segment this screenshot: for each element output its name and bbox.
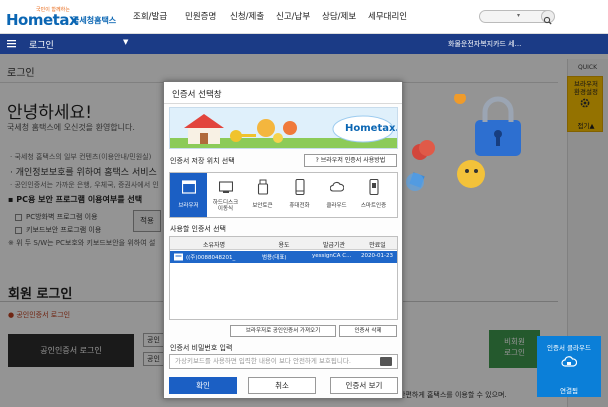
nav-item-inquiry[interactable]: 조회/발급 — [133, 10, 185, 22]
cloud-icon — [330, 181, 344, 192]
hometax-logo[interactable]: 국민이 함께하는 Hometax 국세청홈택스 — [6, 6, 116, 30]
usb-token-icon — [257, 179, 269, 195]
certificate-icon — [174, 253, 183, 261]
cert-usage: 범용(대표) — [262, 255, 287, 261]
column-header-usage[interactable]: 용도 — [258, 240, 310, 249]
notice-ticker[interactable]: 화물운전자복지카드 세... — [448, 39, 521, 49]
nav-item-consult[interactable]: 상담/제보 — [322, 10, 368, 22]
site-header: 국민이 함께하는 Hometax 국세청홈택스 조회/발급 민원증명 신청/제출… — [0, 0, 608, 34]
browser-cert-help-button[interactable]: ? 브라우저 인증서 사용방법 — [304, 154, 397, 167]
cert-table-header: 소유자명 용도 발급기관 만료일 — [170, 237, 397, 250]
cert-cloud-status: 연결됨 — [560, 387, 578, 395]
cancel-button[interactable]: 취소 — [248, 377, 316, 394]
dialog-header: 인증서 선택창 — [164, 82, 402, 104]
storage-label: 휴대전화 — [289, 203, 310, 209]
nav-item-tax-agent[interactable]: 세무대리인 — [368, 10, 418, 22]
nav-item-filing[interactable]: 신고/납부 — [276, 10, 322, 22]
menu-icon[interactable] — [7, 39, 16, 48]
storage-label: 하드디스크 이동식 — [212, 200, 239, 212]
location-title: 로그인 — [29, 41, 54, 51]
cert-cloud-label: 인증서 클라우드 — [547, 344, 591, 352]
storage-security-token[interactable]: 보안토큰 — [244, 173, 281, 217]
logo-brand: Hometax — [6, 11, 79, 29]
confirm-button[interactable]: 확인 — [169, 377, 237, 394]
harddisk-icon — [219, 181, 233, 193]
storage-location-label: 인증서 저장 위치 선택 — [170, 157, 235, 165]
cert-select-label: 사용할 인증서 선택 — [170, 225, 226, 233]
phone-icon — [295, 179, 305, 195]
table-row[interactable]: ((주)0088048201_ 범용(대표) yessignCA C... 20… — [170, 251, 397, 263]
column-header-expiry[interactable]: 만료일 — [358, 240, 397, 249]
column-header-owner[interactable]: 소유자명 — [170, 240, 258, 249]
view-cert-button[interactable]: 인증서 보기 — [330, 377, 398, 394]
logo-brand-ko: 국세청홈택스 — [72, 16, 117, 25]
top-nav: 조회/발급 민원증명 신청/제출 신고/납부 상담/제보 세무대리인 — [133, 10, 418, 22]
banner-brand: Hometax. — [345, 123, 398, 134]
smart-cert-icon — [369, 179, 379, 195]
import-cert-button[interactable]: 브라우저로 공인인증서 가져오기 — [230, 325, 336, 337]
storage-location-tabs: 브라우저 하드디스크 이동식 보안토큰 휴대전화 클라우드 스마트인증 — [169, 172, 398, 218]
cert-password-input[interactable]: 가상키보드를 사용하면 입력한 내용이 보다 안전하게 보호됩니다. — [169, 354, 398, 369]
column-header-issuer[interactable]: 발급기관 — [310, 240, 358, 249]
search-icon — [543, 16, 552, 25]
storage-mobile[interactable]: 휴대전화 — [281, 173, 318, 217]
storage-cloud[interactable]: 클라우드 — [318, 173, 355, 217]
password-label: 인증서 비밀번호 입력 — [170, 344, 233, 352]
cert-table: 소유자명 용도 발급기관 만료일 ((주)0088048201_ 범용(대표) … — [169, 236, 398, 320]
storage-label: 스마트인증 — [360, 203, 387, 209]
storage-browser[interactable]: 브라우저 — [170, 173, 207, 217]
lock-illustration — [406, 94, 521, 191]
storage-label: 보안토큰 — [252, 203, 273, 209]
search-button[interactable] — [541, 10, 555, 25]
nav-item-certificates[interactable]: 민원증명 — [185, 10, 230, 22]
storage-harddisk[interactable]: 하드디스크 이동식 — [207, 173, 244, 217]
location-bar: 로그인 ▼ 화물운전자복지카드 세... — [0, 34, 608, 54]
cert-expiry: 2020-01-23 — [361, 253, 393, 259]
search-scope-dropdown[interactable]: ▾ — [517, 12, 520, 19]
browser-window-icon — [182, 180, 196, 194]
cert-select-dialog: 인증서 선택창 Hometax. 인증서 저장 위치 선택 ? 브라우저 인증서… — [163, 81, 403, 399]
storage-label: 브라우저 — [178, 203, 199, 209]
nav-item-application[interactable]: 신청/제출 — [230, 10, 276, 22]
dialog-banner: Hometax. — [169, 107, 398, 149]
delete-cert-button[interactable]: 인증서 삭제 — [339, 325, 397, 337]
cert-issuer: yessignCA C... — [312, 253, 352, 259]
storage-label: 클라우드 — [326, 203, 347, 209]
cert-owner: ((주)0088048201_ — [186, 255, 236, 261]
dialog-title: 인증서 선택창 — [172, 90, 222, 100]
storage-smart-cert[interactable]: 스마트인증 — [355, 173, 392, 217]
chevron-down-icon[interactable]: ▼ — [123, 38, 128, 46]
cert-cloud-button[interactable]: 인증서 클라우드 연결됨 — [537, 336, 601, 397]
cloud-icon — [561, 356, 577, 367]
keyboard-icon[interactable] — [380, 357, 392, 366]
